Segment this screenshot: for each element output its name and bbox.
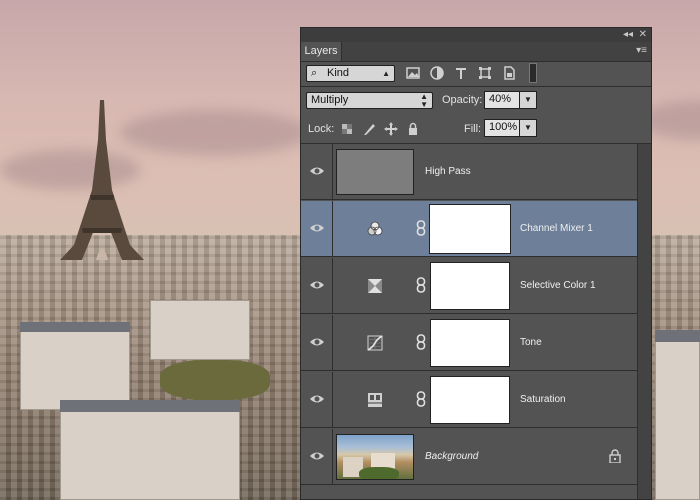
eye-icon[interactable]: [309, 278, 325, 292]
layer-name[interactable]: Tone: [520, 315, 542, 371]
lock-label: Lock:: [308, 123, 335, 135]
lock-transparent-icon[interactable]: [339, 121, 355, 137]
image-filter-icon[interactable]: [405, 65, 421, 81]
building: [60, 410, 240, 500]
roof: [20, 322, 130, 332]
building: [20, 330, 130, 410]
search-icon: ⌕: [311, 67, 318, 79]
filter-toggle-icon[interactable]: [529, 63, 537, 83]
layer-row-selective-color[interactable]: Selective Color 1: [301, 258, 637, 314]
smart-object-filter-icon[interactable]: [501, 65, 517, 81]
layer-mask-thumbnail[interactable]: [430, 376, 510, 424]
adjustment-filter-icon[interactable]: [429, 65, 445, 81]
close-icon[interactable]: ✕: [639, 28, 647, 42]
visibility-cell[interactable]: [301, 315, 333, 370]
trees: [359, 467, 399, 479]
selective-color-icon[interactable]: [367, 278, 383, 294]
layer-name[interactable]: Selective Color 1: [520, 258, 596, 314]
lock-all-icon[interactable]: [405, 121, 421, 137]
layer-row-high-pass[interactable]: High Pass: [301, 144, 637, 200]
lock-position-icon[interactable]: [383, 121, 399, 137]
cloud: [120, 110, 310, 155]
roof: [655, 330, 700, 342]
eye-icon[interactable]: [309, 164, 325, 178]
building: [150, 300, 250, 360]
layer-name[interactable]: Background: [425, 429, 478, 485]
background-thumbnail[interactable]: [336, 434, 414, 480]
filter-kind-dropdown[interactable]: ⌕ Kind ▲: [306, 65, 395, 82]
eye-icon[interactable]: [309, 335, 325, 349]
layer-row-channel-mixer[interactable]: Channel Mixer 1: [301, 201, 637, 257]
updown-arrow-icon: ▲ ▼: [420, 92, 428, 109]
layer-row-background[interactable]: Background: [301, 429, 637, 485]
updown-arrow-icon: ▲: [382, 69, 390, 78]
panel-tabbar: Layers ▾≡: [301, 42, 651, 62]
type-filter-icon[interactable]: [453, 65, 469, 81]
opacity-label: Opacity:: [442, 94, 483, 106]
building: [655, 340, 700, 500]
eye-icon[interactable]: [309, 392, 325, 406]
opacity-slider-button[interactable]: ▼: [520, 91, 537, 109]
blend-mode-value: Multiply: [311, 94, 349, 106]
trees: [160, 360, 270, 400]
eiffel-tower: [60, 100, 144, 260]
curves-icon[interactable]: [367, 335, 383, 351]
channel-mixer-icon[interactable]: [367, 221, 383, 237]
layer-mask-thumbnail[interactable]: [430, 262, 510, 310]
layer-thumbnail[interactable]: [336, 149, 414, 195]
layers-scrollbar[interactable]: [637, 144, 651, 499]
blend-mode-dropdown[interactable]: Multiply ▲ ▼: [306, 92, 433, 109]
lock-image-icon[interactable]: [361, 121, 377, 137]
layer-mask-thumbnail[interactable]: [430, 319, 510, 367]
fill-label: Fill:: [464, 123, 482, 135]
layer-row-saturation[interactable]: Saturation: [301, 372, 637, 428]
hue-saturation-icon[interactable]: [367, 392, 383, 408]
chain-link-icon[interactable]: [416, 220, 426, 236]
layer-mask-thumbnail[interactable]: [429, 204, 511, 254]
layers-list: High Pass Channel Mixer 1 Selective Colo…: [301, 144, 637, 499]
layers-panel: ◂◂ ✕ Layers ▾≡ ⌕ Kind ▲ Multiply ▲ ▼ Opac…: [300, 27, 652, 500]
shape-filter-icon[interactable]: [477, 65, 493, 81]
layer-name[interactable]: Saturation: [520, 372, 566, 428]
chain-link-icon[interactable]: [416, 391, 426, 407]
eye-icon[interactable]: [309, 221, 325, 235]
visibility-cell[interactable]: [301, 201, 333, 256]
layer-name[interactable]: High Pass: [425, 144, 471, 200]
opacity-field[interactable]: 40%: [484, 91, 520, 109]
visibility-cell[interactable]: [301, 429, 333, 484]
visibility-cell[interactable]: [301, 372, 333, 427]
lock-icon[interactable]: [609, 449, 621, 463]
collapse-button[interactable]: ◂◂: [623, 28, 633, 42]
layer-row-tone[interactable]: Tone: [301, 315, 637, 371]
roof: [60, 400, 240, 412]
chain-link-icon[interactable]: [416, 334, 426, 350]
tab-layers[interactable]: Layers: [301, 42, 342, 61]
panel-titlebar: ◂◂ ✕: [301, 28, 651, 42]
panel-menu-icon[interactable]: ▾≡: [636, 45, 647, 56]
fill-field[interactable]: 100%: [484, 119, 520, 137]
divider: [301, 86, 651, 87]
chain-link-icon[interactable]: [416, 277, 426, 293]
filter-kind-label: Kind: [327, 67, 350, 79]
fill-slider-button[interactable]: ▼: [520, 119, 537, 137]
layer-name[interactable]: Channel Mixer 1: [520, 201, 593, 257]
eye-icon[interactable]: [309, 449, 325, 463]
visibility-cell[interactable]: [301, 144, 333, 199]
visibility-cell[interactable]: [301, 258, 333, 313]
